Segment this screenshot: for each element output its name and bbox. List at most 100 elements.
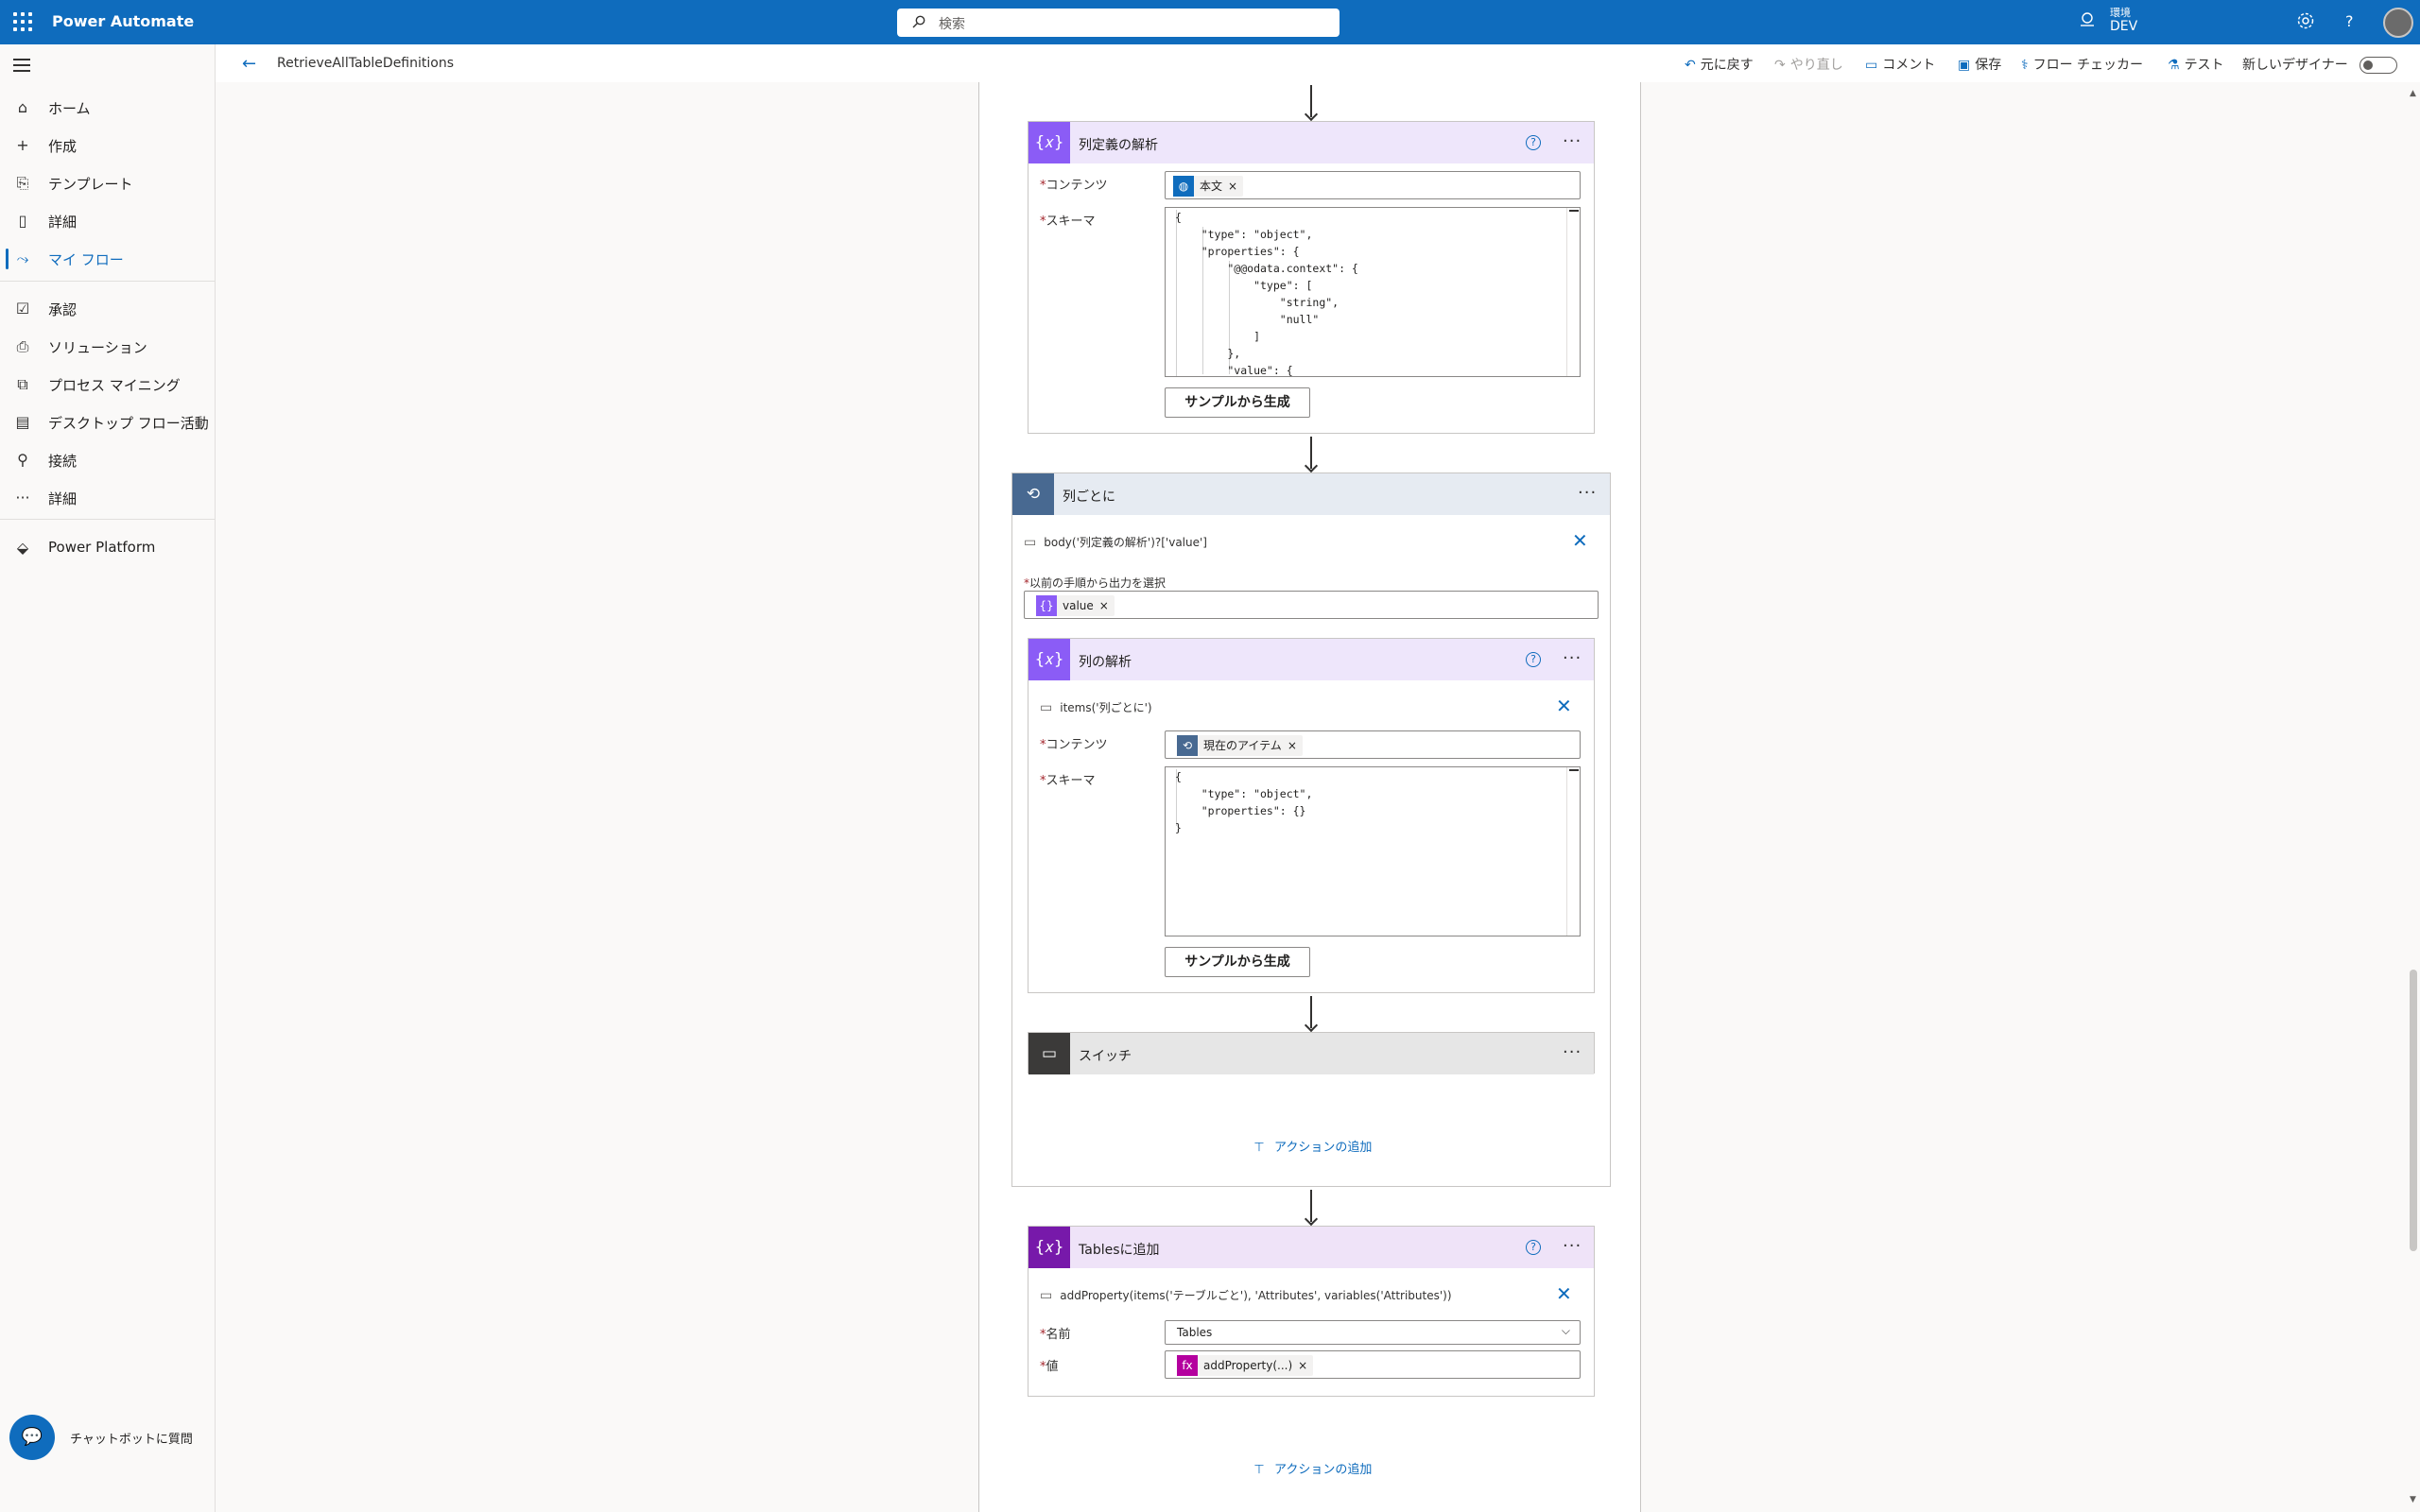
card-parse-definition: {𝑥} 列定義の解析 ? ··· *コンテンツ ◍ 本文 × *スキーマ { "ty… [1028, 121, 1595, 434]
flow-checker-button[interactable]: ⚕ フロー チェッカー [2021, 55, 2143, 74]
card-header[interactable]: {𝑥} 列定義の解析 ? ··· [1028, 122, 1594, 163]
app-title[interactable]: Power Automate [52, 12, 194, 30]
card-header[interactable]: ▭ スイッチ ··· [1028, 1033, 1594, 1074]
back-arrow-icon[interactable]: ← [242, 54, 256, 74]
value-input[interactable]: fx addProperty(...) × [1165, 1350, 1581, 1379]
more-options-icon[interactable]: ··· [1563, 131, 1582, 151]
name-select[interactable]: Tables ⌵ [1165, 1320, 1581, 1345]
search-box[interactable]: 検索 [897, 9, 1340, 37]
sidebar-item-process-mining[interactable]: ⧉ プロセス マイニング [0, 368, 216, 402]
add-action-button[interactable]: ⊤ アクションの追加 [1250, 1137, 1372, 1155]
remove-token-icon[interactable]: × [1288, 739, 1297, 752]
top-bar: Power Automate 検索 環境 DEV ? [0, 0, 2420, 44]
sidebar-item-learn[interactable]: ▯ 詳細 [0, 204, 216, 238]
generate-from-sample-button[interactable]: サンプルから生成 [1165, 387, 1310, 418]
loop-icon: ⟲ [1012, 473, 1054, 515]
more-options-icon[interactable]: ··· [1578, 483, 1597, 503]
plus-icon: + [16, 136, 29, 154]
connection-icon: ⚲ [17, 451, 28, 469]
sidebar-item-solutions[interactable]: ⎙ ソリューション [0, 330, 216, 364]
flask-icon: ⚗ [2168, 58, 2180, 73]
new-designer-toggle[interactable] [2360, 57, 2397, 74]
test-button[interactable]: ⚗ テスト [2168, 55, 2224, 74]
generate-from-sample-button[interactable]: サンプルから生成 [1165, 947, 1310, 977]
sidebar-item-desktop-flow-activity[interactable]: ▤ デスクトップ フロー活動 [0, 405, 216, 439]
environment-value: DEV [2110, 19, 2138, 34]
content-input[interactable]: ◍ 本文 × [1165, 171, 1581, 199]
card-header[interactable]: {𝑥} Tablesに追加 ? ··· [1028, 1227, 1594, 1268]
sidebar-item-create[interactable]: + 作成 [0, 129, 216, 163]
content-input[interactable]: ⟲ 現在のアイテム × [1165, 730, 1581, 759]
app-launcher-icon[interactable] [13, 12, 32, 31]
add-action-button-bottom[interactable]: ⊤ アクションの追加 [1250, 1459, 1372, 1477]
undo-button[interactable]: ↶ 元に戻す [1685, 55, 1754, 74]
select-output-input[interactable]: {} value × [1024, 591, 1599, 619]
comment-button[interactable]: ▭ コメント [1865, 55, 1935, 74]
sidebar-item-power-platform[interactable]: ⬙ Power Platform [0, 531, 216, 565]
card-append-to-tables: {𝑥} Tablesに追加 ? ··· ▭ addProperty(items('… [1028, 1226, 1595, 1397]
chevron-down-icon: ⌵ [1561, 1324, 1570, 1337]
redo-icon: ↷ [1774, 58, 1786, 73]
settings-icon[interactable] [2296, 11, 2315, 34]
card-header[interactable]: {𝑥} 列の解析 ? ··· [1028, 639, 1594, 680]
editor-scrollbar[interactable] [1566, 767, 1580, 936]
sidebar-item-label: Power Platform [48, 539, 156, 556]
variable-icon: {𝑥} [1028, 1227, 1070, 1268]
more-options-icon[interactable]: ··· [1563, 648, 1582, 668]
save-button[interactable]: ▣ 保存 [1958, 55, 2001, 74]
scrollbar-thumb[interactable] [2410, 970, 2417, 1251]
close-icon[interactable]: ✕ [1572, 531, 1588, 550]
editor-scrollbar[interactable] [1566, 208, 1580, 376]
code-line: "type": "object", [1175, 228, 1313, 241]
help-icon[interactable]: ? [2345, 12, 2354, 30]
sidebar-item-connections[interactable]: ⚲ 接続 [0, 443, 216, 477]
connector-arrow [1304, 996, 1319, 1034]
scroll-up-icon[interactable]: ▲ [2410, 89, 2416, 98]
schema-editor[interactable]: { "type": "object", "properties": {} } [1165, 766, 1581, 936]
content-label: *コンテンツ [1040, 179, 1108, 193]
sidebar-item-label: マイ フロー [48, 251, 124, 268]
sidebar-item-label: 接続 [48, 453, 78, 470]
sidebar-item-templates[interactable]: ⎘ テンプレート [0, 166, 216, 200]
vertical-scrollbar[interactable] [2409, 82, 2420, 1512]
content-token[interactable]: ◍ 本文 × [1173, 176, 1244, 197]
sidebar-item-more[interactable]: ··· 詳細 [0, 481, 216, 515]
scroll-down-icon[interactable]: ▼ [2410, 1495, 2416, 1504]
help-icon[interactable]: ? [1526, 1240, 1541, 1255]
card-switch: ▭ スイッチ ··· [1028, 1032, 1595, 1074]
command-bar: ← RetrieveAllTableDefinitions ↶ 元に戻す ↷ やり直… [216, 44, 2420, 82]
close-icon[interactable]: ✕ [1556, 696, 1572, 715]
save-label: 保存 [1975, 58, 2002, 73]
help-icon[interactable]: ? [1526, 135, 1541, 150]
comment-label: コメント [1882, 58, 1936, 73]
more-options-icon[interactable]: ··· [1563, 1042, 1582, 1062]
chatbot-icon[interactable]: 💬 [9, 1415, 55, 1460]
name-select-value: Tables [1177, 1326, 1213, 1339]
switch-icon: ▭ [1028, 1033, 1070, 1074]
avatar[interactable] [2383, 8, 2413, 38]
more-options-icon[interactable]: ··· [1563, 1236, 1582, 1256]
redo-button[interactable]: ↷ やり直し [1774, 55, 1843, 74]
schema-editor[interactable]: { "type": "object", "properties": { "@@o… [1165, 207, 1581, 377]
remove-token-icon[interactable]: × [1228, 180, 1237, 193]
template-icon: ⎘ [16, 174, 29, 192]
sidebar-item-label: 詳細 [48, 214, 78, 231]
sidebar-item-approvals[interactable]: ☑ 承認 [0, 292, 216, 326]
close-icon[interactable]: ✕ [1556, 1284, 1572, 1303]
card-header[interactable]: ⟲ 列ごとに ··· [1012, 473, 1610, 515]
sidebar-item-home[interactable]: ⌂ ホーム [0, 91, 216, 125]
hamburger-menu-icon[interactable] [13, 59, 30, 76]
remove-token-icon[interactable]: × [1298, 1359, 1307, 1372]
help-icon[interactable]: ? [1526, 652, 1541, 667]
more-icon: ··· [15, 489, 30, 507]
expression-token[interactable]: fx addProperty(...) × [1177, 1355, 1314, 1376]
remove-token-icon[interactable]: × [1099, 599, 1109, 612]
flow-icon: ⤳ [16, 249, 29, 267]
sidebar-item-my-flows[interactable]: ⤳ マイ フロー [0, 242, 216, 276]
schema-code: { "type": "object", "properties": {} } [1175, 768, 1312, 836]
value-token[interactable]: {} value × [1036, 595, 1115, 616]
sidebar: ⌂ ホーム + 作成 ⎘ テンプレート ▯ 詳細 ⤳ マイ フロー ☑ 承認 ⎙… [0, 44, 216, 1512]
sidebar-divider [0, 281, 216, 282]
desktop-flow-icon: ▤ [15, 413, 30, 431]
current-item-token[interactable]: ⟲ 現在のアイテム × [1177, 735, 1303, 756]
